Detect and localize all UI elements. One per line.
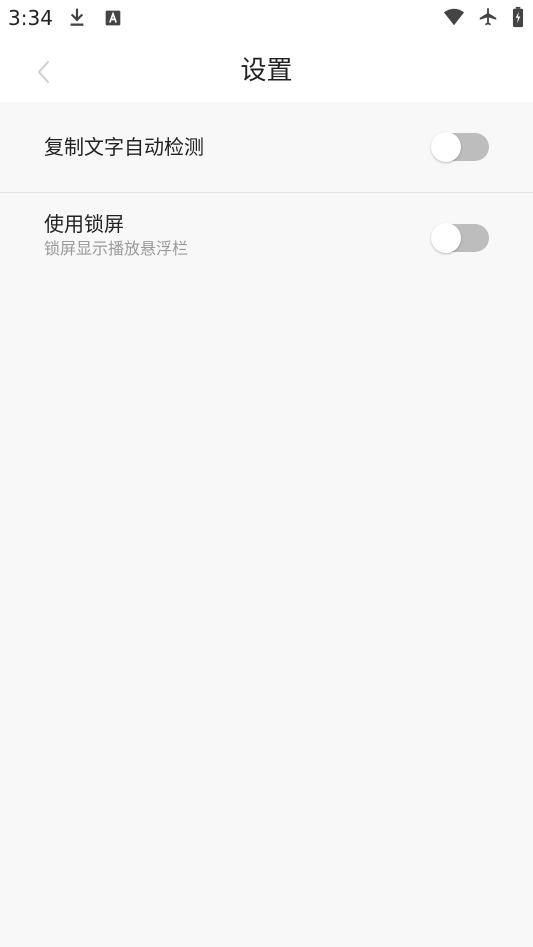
status-right-icons — [443, 6, 525, 28]
page-title: 设置 — [240, 56, 293, 86]
settings-list: 复制文字自动检测 使用锁屏 锁屏显示播放悬浮栏 — [0, 102, 533, 283]
setting-label: 使用锁屏 — [44, 212, 124, 236]
setting-row-lock-screen: 使用锁屏 锁屏显示播放悬浮栏 — [0, 193, 533, 283]
font-icon — [102, 7, 124, 29]
airplane-icon — [477, 6, 499, 28]
battery-icon — [511, 6, 525, 28]
wifi-icon — [443, 6, 465, 28]
status-time: 3:34 — [8, 6, 53, 30]
toggle-knob — [431, 132, 461, 162]
copy-detect-toggle[interactable] — [431, 132, 489, 162]
status-left-icons — [66, 7, 124, 29]
toggle-knob — [431, 223, 461, 253]
lock-screen-toggle[interactable] — [431, 223, 489, 253]
status-bar: 3:34 — [0, 0, 533, 36]
app-header: 设置 — [0, 36, 533, 102]
setting-label: 复制文字自动检测 — [44, 135, 204, 159]
setting-subtitle: 锁屏显示播放悬浮栏 — [44, 239, 189, 258]
setting-row-copy-detect: 复制文字自动检测 — [0, 102, 533, 193]
download-icon — [66, 7, 88, 29]
